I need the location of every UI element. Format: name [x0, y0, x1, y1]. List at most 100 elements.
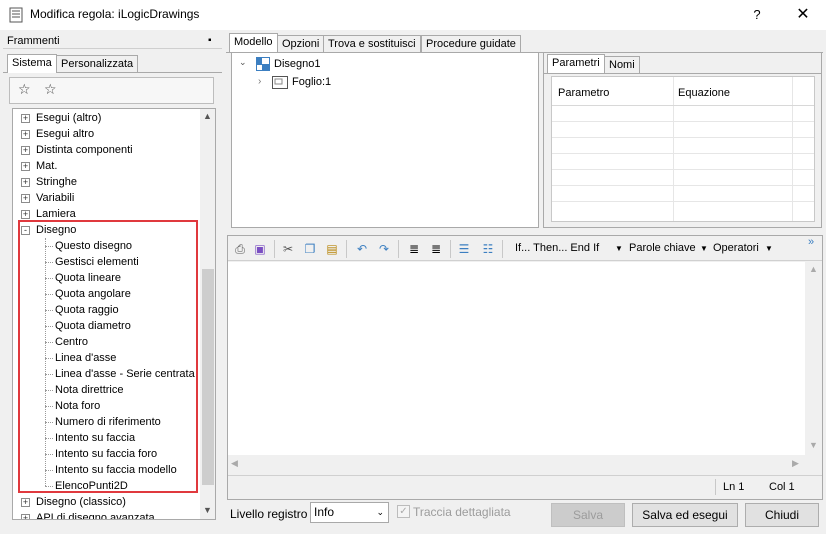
- add-snippet-star-icon[interactable]: ☆: [18, 81, 31, 98]
- trace-checkbox[interactable]: ✓: [397, 505, 410, 518]
- title-bar: Modifica regola: iLogicDrawings ? ✕: [0, 0, 826, 30]
- trace-label: Traccia dettagliata: [413, 505, 511, 519]
- tree-scrollbar[interactable]: ▲ ▼: [200, 109, 215, 519]
- expand-icon[interactable]: +: [21, 194, 30, 203]
- status-divider: [715, 479, 716, 495]
- outdent-icon[interactable]: ≣: [428, 241, 444, 257]
- indent-icon[interactable]: ≣: [406, 241, 422, 257]
- tab-parametri[interactable]: Parametri: [547, 54, 605, 73]
- log-level-select[interactable]: Info ⌄: [310, 502, 389, 523]
- edit-snippet-star-icon[interactable]: ☆: [44, 81, 57, 98]
- model-tree: ⌄ Disegno1 › Foglio:1: [231, 52, 539, 228]
- tab-modello[interactable]: Modello: [229, 33, 278, 52]
- params-grid: Parametro Equazione: [551, 76, 815, 222]
- expand-icon[interactable]: +: [21, 514, 30, 519]
- tree-node-label: Disegno (classico): [36, 496, 126, 508]
- column-number: Col 1: [769, 481, 795, 493]
- keywords-menu[interactable]: Parole chiave: [629, 242, 696, 254]
- model-sheet-label[interactable]: Foglio:1: [292, 76, 331, 88]
- expand-icon[interactable]: +: [21, 210, 30, 219]
- comment-icon[interactable]: ☰: [456, 241, 472, 257]
- scroll-left-icon[interactable]: ◀: [231, 458, 238, 469]
- code-horizontal-scrollbar[interactable]: ◀ ▶: [228, 455, 805, 471]
- toolbar-separator: [502, 240, 503, 258]
- tree-node-label: Esegui (altro): [36, 112, 102, 124]
- scroll-up-icon[interactable]: ▲: [809, 264, 818, 274]
- column-header-parametro[interactable]: Parametro: [558, 87, 609, 99]
- keywords-dropdown-icon[interactable]: ▼: [700, 244, 708, 253]
- editor-toolbar: ⎙ ▣ ✂ ❐ ▤ ↶ ↷ ≣ ≣ ☰ ☷ If... Then... End …: [228, 236, 822, 261]
- scroll-right-icon[interactable]: ▶: [792, 458, 799, 469]
- tree-node-label: API di disegno avanzata: [36, 512, 155, 520]
- scroll-down-icon[interactable]: ▼: [809, 440, 818, 450]
- grid-divider: [552, 137, 814, 138]
- log-level-label: Livello registro: [230, 507, 308, 521]
- tree-node-label: Mat.: [36, 160, 58, 172]
- chevron-down-icon: ⌄: [376, 507, 384, 517]
- undo-icon[interactable]: ↶: [354, 241, 370, 257]
- pin-icon[interactable]: ▪: [208, 35, 212, 46]
- operators-dropdown-icon[interactable]: ▼: [765, 244, 773, 253]
- tree-node-label: Stringhe: [36, 176, 77, 188]
- print-icon[interactable]: ⎙: [232, 241, 248, 257]
- save-button[interactable]: Salva: [551, 503, 625, 527]
- grid-divider: [552, 201, 814, 202]
- tab-personalizzata[interactable]: Personalizzata: [56, 55, 139, 73]
- scroll-down-icon[interactable]: ▼: [203, 505, 212, 515]
- save-run-button[interactable]: Salva ed esegui: [632, 503, 738, 527]
- code-vertical-scrollbar[interactable]: ▲ ▼: [805, 262, 821, 455]
- grid-divider: [552, 105, 814, 106]
- log-level-value: Info: [314, 505, 335, 519]
- rule-editor-icon: [9, 7, 23, 23]
- expand-icon[interactable]: +: [21, 130, 30, 139]
- tab-nomi[interactable]: Nomi: [604, 56, 640, 74]
- tree-node-label: Distinta componenti: [36, 144, 133, 156]
- tab-sistema[interactable]: Sistema: [7, 54, 57, 73]
- if-then-dropdown-icon[interactable]: ▼: [615, 244, 623, 253]
- expand-icon[interactable]: +: [21, 114, 30, 123]
- if-then-menu[interactable]: If... Then... End If: [515, 242, 599, 254]
- print-preview-icon[interactable]: ▣: [252, 241, 268, 257]
- expand-icon[interactable]: +: [21, 498, 30, 507]
- tab-procedure-guidate[interactable]: Procedure guidate: [421, 35, 521, 53]
- toolbar-overflow-icon[interactable]: »: [808, 236, 814, 248]
- snippets-toolbar: ☆ ☆: [9, 77, 214, 104]
- cut-icon[interactable]: ✂: [280, 241, 296, 257]
- snippets-header: Frammenti ▪: [3, 33, 222, 49]
- close-button[interactable]: Chiudi: [745, 503, 819, 527]
- expand-icon[interactable]: +: [21, 146, 30, 155]
- snippets-title: Frammenti: [7, 35, 60, 47]
- column-header-equazione[interactable]: Equazione: [678, 87, 730, 99]
- paste-icon[interactable]: ▤: [324, 241, 340, 257]
- grid-divider: [552, 185, 814, 186]
- highlight-annotation: [18, 220, 198, 493]
- copy-icon[interactable]: ❐: [302, 241, 318, 257]
- grid-divider: [552, 153, 814, 154]
- scroll-thumb[interactable]: [202, 269, 214, 485]
- expand-icon[interactable]: ›: [258, 76, 261, 87]
- collapse-icon[interactable]: ⌄: [239, 57, 247, 68]
- grid-divider: [792, 77, 793, 221]
- params-tabs-divider: [544, 73, 821, 74]
- redo-icon[interactable]: ↷: [376, 241, 392, 257]
- window-title: Modifica regola: iLogicDrawings: [30, 7, 200, 21]
- scroll-up-icon[interactable]: ▲: [203, 111, 212, 121]
- toolbar-separator: [346, 240, 347, 258]
- help-button[interactable]: ?: [744, 4, 770, 26]
- toolbar-separator: [274, 240, 275, 258]
- tab-trova-sostituisci[interactable]: Trova e sostituisci: [323, 35, 421, 53]
- operators-menu[interactable]: Operatori: [713, 242, 759, 254]
- drawing-icon: [256, 57, 270, 71]
- grid-divider: [552, 169, 814, 170]
- model-root-label[interactable]: Disegno1: [274, 58, 320, 70]
- toolbar-separator: [450, 240, 451, 258]
- editor-status-bar: Ln 1 Col 1: [228, 475, 822, 497]
- line-number: Ln 1: [723, 481, 745, 493]
- expand-icon[interactable]: +: [21, 178, 30, 187]
- code-editor[interactable]: [228, 262, 805, 455]
- sheet-icon: [272, 76, 288, 89]
- close-window-button[interactable]: ✕: [790, 4, 816, 26]
- uncomment-icon[interactable]: ☷: [480, 241, 496, 257]
- tab-opzioni[interactable]: Opzioni: [277, 35, 325, 53]
- expand-icon[interactable]: +: [21, 162, 30, 171]
